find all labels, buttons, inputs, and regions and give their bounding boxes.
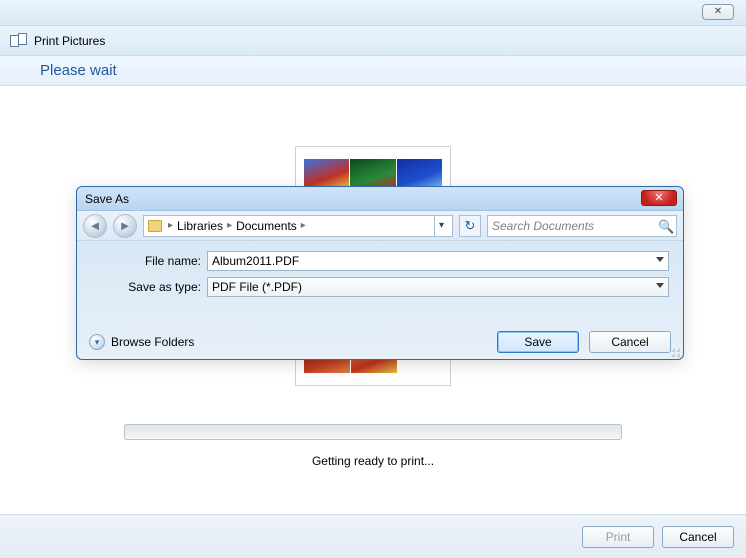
breadcrumb-libraries[interactable]: Libraries bbox=[177, 219, 223, 233]
filename-label: File name: bbox=[91, 254, 207, 268]
nav-back-button[interactable]: ◄ bbox=[83, 214, 107, 238]
resize-grip[interactable] bbox=[670, 347, 680, 357]
browse-folders-label: Browse Folders bbox=[111, 335, 194, 349]
window-close-button[interactable]: ✕ bbox=[702, 4, 734, 20]
progress-bar bbox=[124, 424, 622, 440]
wizard-footer: Print Cancel bbox=[0, 514, 746, 558]
search-placeholder: Search Documents bbox=[492, 219, 594, 233]
chevron-right-icon: ▸ bbox=[227, 220, 232, 231]
chevron-right-icon: ▸ bbox=[301, 220, 306, 231]
save-as-body: File name: Album2011.PDF Save as type: P… bbox=[77, 241, 683, 297]
thumbnail bbox=[304, 159, 349, 189]
address-dropdown[interactable]: ▾ bbox=[434, 215, 448, 237]
save-as-dialog: Save As ✕ ◄ ► ▸ Libraries ▸ Documents ▸ … bbox=[76, 186, 684, 360]
app-title: Print Pictures bbox=[34, 34, 105, 48]
address-breadcrumb[interactable]: ▸ Libraries ▸ Documents ▸ ▾ bbox=[143, 215, 453, 237]
search-icon: 🔍 bbox=[658, 219, 672, 233]
thumbnail bbox=[350, 159, 395, 189]
filename-input[interactable]: Album2011.PDF bbox=[207, 251, 669, 271]
thumbnail bbox=[397, 159, 442, 189]
nav-bar: ◄ ► ▸ Libraries ▸ Documents ▸ ▾ ↻ Search… bbox=[77, 211, 683, 241]
nav-forward-button[interactable]: ► bbox=[113, 214, 137, 238]
search-input[interactable]: Search Documents 🔍 bbox=[487, 215, 677, 237]
print-button: Print bbox=[582, 526, 654, 548]
chevron-right-icon: ▸ bbox=[168, 220, 173, 231]
savetype-value: PDF File (*.PDF) bbox=[212, 280, 302, 294]
thumb-row-top bbox=[304, 159, 442, 189]
header-subtitle: Please wait bbox=[0, 56, 746, 86]
savetype-label: Save as type: bbox=[91, 280, 207, 294]
save-as-footer: ▾ Browse Folders Save Cancel bbox=[89, 331, 671, 353]
chevron-down-icon[interactable] bbox=[656, 257, 664, 262]
app-titlebar: Print Pictures bbox=[0, 26, 746, 56]
chevron-down-icon[interactable] bbox=[656, 283, 664, 288]
save-as-titlebar[interactable]: Save As ✕ bbox=[77, 187, 683, 211]
save-as-title: Save As bbox=[85, 192, 129, 206]
breadcrumb-documents[interactable]: Documents bbox=[236, 219, 297, 233]
save-button[interactable]: Save bbox=[497, 331, 579, 353]
status-text: Getting ready to print... bbox=[0, 454, 746, 468]
filename-value: Album2011.PDF bbox=[212, 254, 299, 268]
folder-icon bbox=[148, 220, 162, 232]
cancel-button[interactable]: Cancel bbox=[589, 331, 671, 353]
refresh-button[interactable]: ↻ bbox=[459, 215, 481, 237]
chevron-down-icon: ▾ bbox=[89, 334, 105, 350]
browse-folders-toggle[interactable]: ▾ Browse Folders bbox=[89, 334, 194, 350]
save-as-close-button[interactable]: ✕ bbox=[641, 190, 677, 206]
please-wait-text: Please wait bbox=[40, 62, 117, 79]
outer-titlebar: ✕ bbox=[0, 0, 746, 26]
wizard-cancel-button[interactable]: Cancel bbox=[662, 526, 734, 548]
print-pictures-icon bbox=[10, 33, 26, 49]
savetype-select[interactable]: PDF File (*.PDF) bbox=[207, 277, 669, 297]
